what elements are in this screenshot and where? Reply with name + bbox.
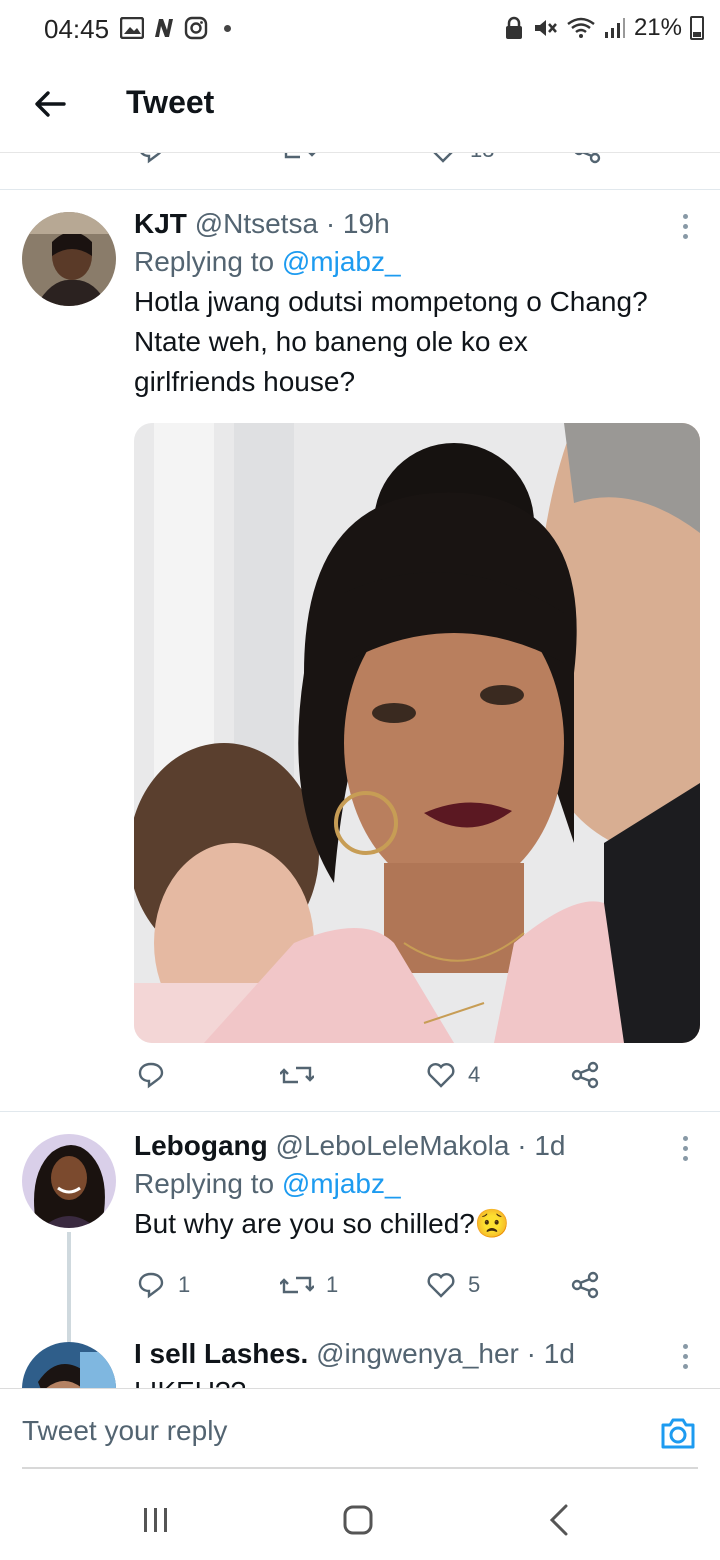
like-icon[interactable]	[428, 153, 458, 165]
retweet-icon	[280, 1066, 314, 1084]
more-options-icon[interactable]	[680, 214, 690, 239]
back-arrow-icon[interactable]	[30, 84, 70, 124]
retweet-icon	[280, 1276, 314, 1294]
display-name[interactable]: I sell Lashes.	[134, 1338, 308, 1369]
reply-icon	[138, 1062, 164, 1089]
top-app-bar: Tweet	[0, 60, 720, 152]
display-name[interactable]: KJT	[134, 208, 187, 239]
like-count: 4	[468, 1062, 481, 1087]
retweet-button[interactable]	[280, 1060, 326, 1090]
more-notifications-dot	[224, 24, 231, 32]
more-options-icon[interactable]	[680, 1136, 690, 1161]
retweet-button[interactable]: 1	[280, 1270, 338, 1300]
reply-count: 1	[178, 1272, 191, 1297]
back-nav-icon[interactable]	[540, 1500, 580, 1540]
notification-icons	[120, 16, 231, 40]
wifi-icon	[567, 17, 595, 38]
avatar[interactable]	[22, 1134, 116, 1228]
like-button[interactable]: 4	[426, 1060, 480, 1090]
share-button[interactable]	[570, 1060, 600, 1090]
reply-input[interactable]: Tweet your reply	[22, 1415, 227, 1447]
username[interactable]: @LeboLeleMakola	[276, 1130, 510, 1161]
timestamp: · 1d	[517, 1130, 566, 1161]
share-icon	[571, 1061, 599, 1089]
tweet-actions: 4	[134, 1060, 614, 1100]
tweet-actions: 1 1 5	[134, 1270, 614, 1310]
username[interactable]: @ingwenya_her	[316, 1338, 519, 1369]
n-icon	[155, 19, 173, 37]
tweet[interactable]: KJT @Ntsetsa · 19h Replying to @mjabz_ H…	[0, 190, 720, 1110]
tweet-text: LIKEU??	[134, 1372, 700, 1388]
camera-icon[interactable]	[658, 1413, 698, 1453]
worried-face-emoji: 😟	[474, 1208, 510, 1239]
gallery-icon	[120, 17, 144, 39]
reply-icon[interactable]	[136, 153, 166, 165]
reply-underline	[22, 1467, 698, 1469]
retweet-count: 1	[326, 1272, 339, 1297]
reply-button[interactable]: 1	[136, 1270, 190, 1300]
replying-to-handle[interactable]: @mjabz_	[282, 1168, 401, 1199]
like-count: 13	[470, 153, 494, 163]
tweet-header: KJT @Ntsetsa · 19h	[134, 208, 700, 240]
system-nav-bar	[0, 1470, 720, 1560]
recent-apps-icon[interactable]	[136, 1500, 176, 1540]
more-options-icon[interactable]	[680, 1344, 690, 1369]
mute-icon	[534, 20, 557, 36]
replying-to-handle[interactable]: @mjabz_	[282, 246, 401, 277]
home-icon[interactable]	[338, 1500, 378, 1540]
retweet-icon[interactable]	[282, 153, 316, 165]
username[interactable]: @Ntsetsa	[195, 208, 318, 239]
system-icons: 21%	[504, 14, 704, 42]
tweet-header: I sell Lashes. @ingwenya_her · 1d	[134, 1338, 700, 1370]
share-icon[interactable]	[572, 153, 602, 165]
signal-icon	[604, 18, 625, 38]
status-bar: 04:45 21%	[0, 0, 720, 60]
replying-to: Replying to @mjabz_	[134, 1168, 401, 1199]
battery-icon	[690, 16, 704, 40]
tweet-text: Hotla jwang odutsi mompetong o Chang? Nt…	[134, 286, 648, 397]
avatar[interactable]	[22, 212, 116, 306]
timestamp: · 1d	[526, 1338, 575, 1369]
tweet[interactable]: I sell Lashes. @ingwenya_her · 1d LIKEU?…	[0, 1334, 720, 1388]
like-button[interactable]: 5	[426, 1270, 480, 1300]
battery-percent: 21%	[633, 14, 682, 41]
tweet-image[interactable]	[134, 423, 700, 1043]
reply-composer[interactable]: Tweet your reply	[0, 1388, 720, 1469]
display-name[interactable]: Lebogang	[134, 1130, 268, 1161]
thread-line	[67, 1232, 71, 1342]
page-title: Tweet	[126, 84, 215, 120]
timestamp: · 19h	[325, 208, 390, 239]
share-icon	[571, 1271, 599, 1299]
previous-tweet-actions: 13	[0, 153, 720, 189]
avatar[interactable]	[22, 1342, 116, 1388]
reply-button[interactable]	[136, 1060, 178, 1090]
like-icon	[427, 1063, 455, 1088]
tweet-header: Lebogang @LeboLeleMakola · 1d	[134, 1130, 700, 1162]
status-time: 04:45	[44, 14, 110, 44]
tweet-text: But why are you so chilled?😟	[134, 1208, 510, 1239]
like-count: 5	[468, 1272, 481, 1297]
instagram-icon	[184, 16, 208, 40]
like-icon	[427, 1273, 455, 1298]
reply-icon	[138, 1272, 164, 1299]
share-button[interactable]	[570, 1270, 600, 1300]
lock-icon	[505, 16, 522, 39]
tweet[interactable]: Lebogang @LeboLeleMakola · 1d Replying t…	[0, 1112, 720, 1342]
replying-to: Replying to @mjabz_	[134, 246, 401, 277]
